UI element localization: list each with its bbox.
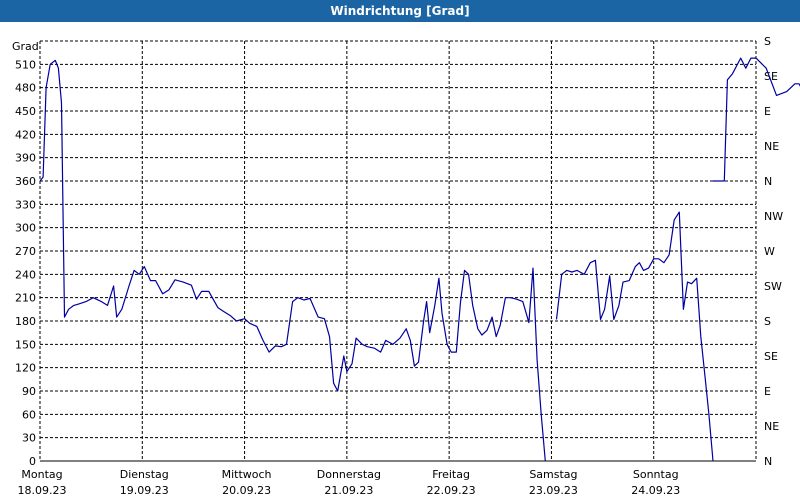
right-axis-tick-label: N — [764, 455, 772, 468]
y-tick-label: 0 — [29, 455, 36, 468]
y-tick-label: 420 — [15, 128, 36, 141]
x-tick-date-label: 21.09.23 — [324, 484, 373, 497]
y-tick-label: 60 — [22, 408, 36, 421]
y-tick-label: 210 — [15, 292, 36, 305]
right-axis-tick-label: N — [764, 175, 772, 188]
grid — [39, 40, 757, 461]
y-tick-labels: 0 30 60 90 120 150 180 210 240 270 300 330 360 390 420… — [15, 58, 36, 468]
x-tick-day-label: Donnerstag — [317, 468, 381, 481]
right-axis-tick-label: E — [764, 105, 771, 118]
x-tick-day-label: Montag — [21, 468, 62, 481]
y-axis-label: Grad — [12, 40, 39, 53]
y-tick-label: 390 — [15, 152, 36, 165]
right-axis-tick-label: NE — [764, 140, 779, 153]
x-tick-date-label: 18.09.23 — [18, 484, 67, 497]
x-tick-labels: Montag 18.09.23 Dienstag 19.09.23 Mittwoch 20… — [18, 468, 681, 497]
y-tick-label: 450 — [15, 105, 36, 118]
series-lines — [39, 57, 800, 462]
series-line — [39, 59, 546, 462]
y-tick-label: 120 — [15, 362, 36, 375]
x-tick-day-label: Freitag — [432, 468, 470, 481]
y-tick-label: 90 — [22, 385, 36, 398]
right-axis-tick-label: SW — [764, 280, 782, 293]
right-axis-tick-label: W — [764, 245, 775, 258]
wind-direction-chart: Grad 0 30 60 90 120 150 180 210 240 270 300 330 360 3… — [12, 35, 800, 497]
y-tick-label: 510 — [15, 58, 36, 71]
right-axis-tick-label: NE — [764, 420, 779, 433]
x-tick-date-label: 24.09.23 — [631, 484, 680, 497]
y-tick-label: 150 — [15, 338, 36, 351]
y-tick-label: 240 — [15, 268, 36, 281]
x-tick-day-label: Sonntag — [633, 468, 679, 481]
y-tick-label: 330 — [15, 198, 36, 211]
x-tick-date-label: 23.09.23 — [529, 484, 578, 497]
x-tick-day-label: Samstag — [529, 468, 577, 481]
right-axis-tick-label: E — [764, 385, 771, 398]
y-tick-label: 300 — [15, 222, 36, 235]
right-axis-tick-label: S — [764, 35, 771, 48]
y-tick-label: 480 — [15, 82, 36, 95]
x-tick-date-label: 19.09.23 — [120, 484, 169, 497]
y-tick-label: 360 — [15, 175, 36, 188]
series-line — [555, 211, 714, 462]
right-axis-tick-label: S — [764, 315, 771, 328]
right-axis-tick-label: NW — [764, 210, 783, 223]
x-tick-date-label: 22.09.23 — [427, 484, 476, 497]
x-tick-day-label: Dienstag — [120, 468, 169, 481]
right-axis-tick-label: SE — [764, 350, 778, 363]
right-axis-tick-labels: NNEESESSWWNWNNEESES — [764, 35, 783, 468]
x-tick-day-label: Mittwoch — [222, 468, 272, 481]
y-tick-label: 270 — [15, 245, 36, 258]
y-tick-label: 180 — [15, 315, 36, 328]
x-tick-date-label: 20.09.23 — [222, 484, 271, 497]
y-tick-label: 30 — [22, 432, 36, 445]
